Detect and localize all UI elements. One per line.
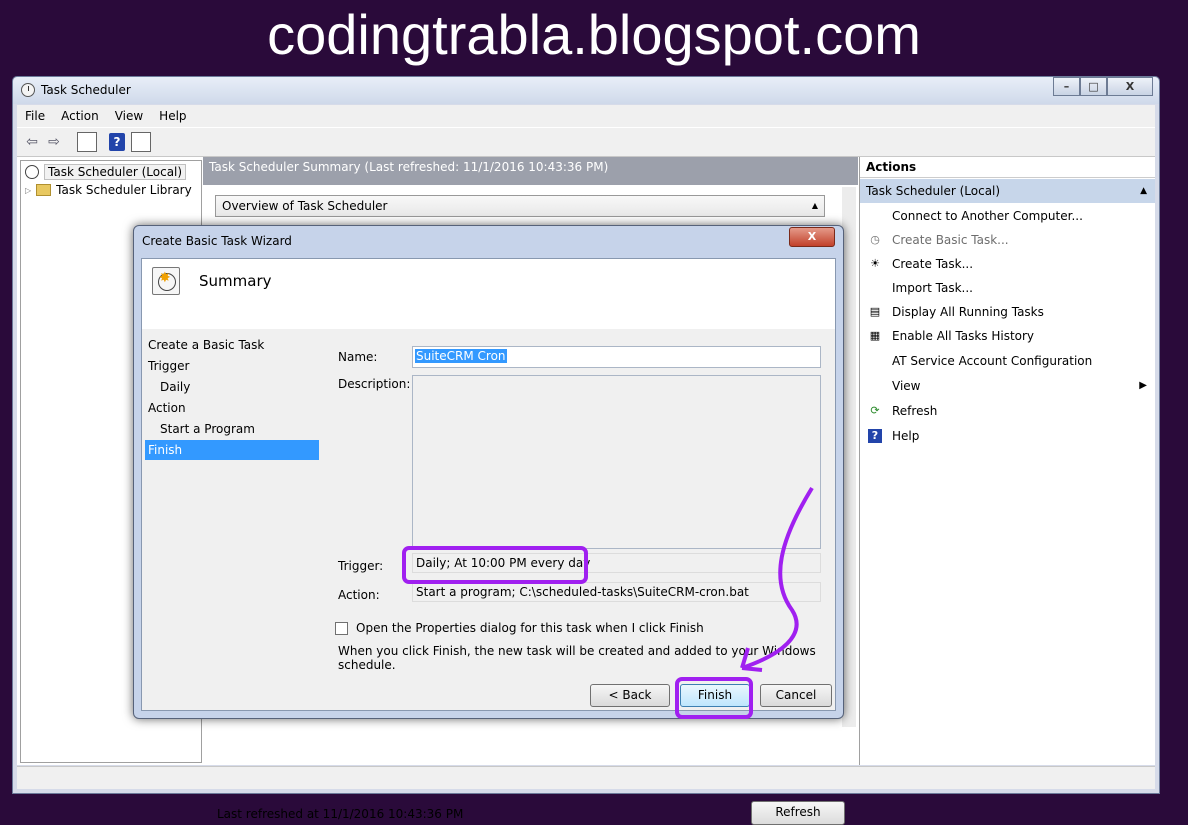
action-enable-tasks-history[interactable]: ▦ Enable All Tasks History: [860, 325, 1155, 347]
open-properties-label: Open the Properties dialog for this task…: [356, 621, 704, 635]
collapse-arrow-icon: ▲: [811, 201, 818, 210]
menu-view[interactable]: View: [107, 109, 151, 123]
minimize-button[interactable]: –: [1053, 77, 1080, 96]
forward-arrow-icon[interactable]: ⇨: [45, 133, 63, 151]
trigger-highlight-annotation: [402, 546, 588, 584]
show-hide-console-tree-icon[interactable]: [77, 132, 97, 152]
dialog-heading: Summary: [199, 272, 272, 290]
step-action[interactable]: Action: [145, 398, 319, 418]
action-label: Help: [892, 429, 920, 443]
action-at-service-config[interactable]: AT Service Account Configuration: [860, 350, 1155, 372]
open-properties-option[interactable]: Open the Properties dialog for this task…: [335, 621, 704, 635]
close-button[interactable]: X: [1107, 77, 1153, 96]
folder-icon: [36, 184, 52, 196]
new-task-icon: ☀: [870, 257, 880, 270]
description-label: Description:: [338, 377, 411, 391]
collapse-arrow-icon: ▲: [1140, 186, 1147, 196]
last-refreshed-text: Last refreshed at 11/1/2016 10:43:36 PM: [217, 807, 464, 821]
dialog-close-button[interactable]: X: [789, 227, 835, 247]
clock-icon: [25, 165, 39, 179]
name-input-value: SuiteCRM Cron: [415, 349, 507, 363]
action-label: Display All Running Tasks: [892, 305, 1044, 319]
menu-file[interactable]: File: [17, 109, 53, 123]
actions-header: Actions: [860, 157, 1155, 178]
actions-section-header[interactable]: Task Scheduler (Local) ▲: [860, 179, 1155, 203]
window-titlebar[interactable]: Task Scheduler – □ X: [13, 77, 1159, 104]
action-create-basic-task[interactable]: ◷ Create Basic Task...: [860, 229, 1155, 251]
submenu-arrow-icon: ▶: [1139, 380, 1147, 391]
action-label: Create Basic Task...: [892, 233, 1009, 247]
toolbar: ⇦ ⇨ ?: [17, 127, 1155, 157]
action-label: View: [892, 379, 921, 393]
status-bar: [17, 766, 1155, 789]
action-label: Import Task...: [892, 281, 973, 295]
list-icon: ▤: [869, 305, 881, 318]
wizard-clock-icon: ✸: [152, 267, 180, 295]
clock-icon: [21, 83, 35, 97]
action-display-running-tasks[interactable]: ▤ Display All Running Tasks: [860, 301, 1155, 323]
step-trigger[interactable]: Trigger: [145, 356, 319, 376]
tree-item-root[interactable]: Task Scheduler (Local): [25, 163, 187, 181]
tree-item-library[interactable]: ▷ Task Scheduler Library: [25, 181, 192, 199]
menu-bar: File Action View Help: [17, 105, 1155, 127]
action-refresh[interactable]: ⟳ Refresh: [860, 400, 1155, 422]
action-label: Create Task...: [892, 257, 974, 271]
clock-icon: ◷: [870, 233, 880, 246]
summary-header: Task Scheduler Summary (Last refreshed: …: [203, 157, 858, 185]
help-icon: ?: [868, 429, 882, 443]
step-start-program[interactable]: Start a Program: [145, 419, 319, 439]
dialog-header: ✸ Summary: [142, 259, 835, 330]
expand-arrow-icon[interactable]: ▷: [25, 186, 31, 195]
action-label: AT Service Account Configuration: [892, 354, 1093, 368]
action-create-task[interactable]: ☀ Create Task...: [860, 253, 1155, 275]
action-label: Connect to Another Computer...: [892, 209, 1083, 223]
actions-pane: Actions Task Scheduler (Local) ▲ Connect…: [859, 157, 1155, 765]
action-label: Enable All Tasks History: [892, 329, 1035, 343]
action-label: Refresh: [892, 404, 938, 418]
show-hide-action-pane-icon[interactable]: [131, 132, 151, 152]
open-properties-checkbox[interactable]: [335, 621, 348, 635]
name-label: Name:: [338, 350, 378, 364]
tree-item-label: Task Scheduler Library: [56, 183, 192, 197]
step-finish[interactable]: Finish: [145, 440, 319, 460]
back-button[interactable]: < Back: [590, 684, 670, 707]
cancel-button[interactable]: Cancel: [760, 684, 832, 707]
help-icon[interactable]: ?: [109, 133, 125, 151]
blog-watermark: codingtrabla.blogspot.com: [267, 3, 921, 66]
summary-scrollbar[interactable]: [842, 187, 856, 727]
maximize-button[interactable]: □: [1080, 77, 1107, 96]
overview-label: Overview of Task Scheduler: [222, 199, 388, 213]
actions-section-label: Task Scheduler (Local): [866, 184, 1001, 198]
action-import-task[interactable]: Import Task...: [860, 277, 1155, 299]
refresh-button[interactable]: Refresh: [751, 801, 845, 825]
back-arrow-icon[interactable]: ⇦: [23, 133, 41, 151]
menu-help[interactable]: Help: [151, 109, 194, 123]
action-connect-computer[interactable]: Connect to Another Computer...: [860, 205, 1155, 227]
dialog-title: Create Basic Task Wizard: [142, 234, 292, 248]
history-icon: ▦: [869, 329, 881, 342]
action-help[interactable]: ? Help: [860, 425, 1155, 447]
refresh-icon: ⟳: [870, 404, 880, 417]
pointer-arrow-annotation: [740, 486, 814, 672]
tree-item-label: Task Scheduler (Local): [44, 164, 187, 180]
caption-buttons: – □ X: [1053, 77, 1153, 97]
step-create-basic-task[interactable]: Create a Basic Task: [145, 335, 319, 355]
finish-highlight-annotation: [675, 677, 753, 719]
name-input[interactable]: SuiteCRM Cron: [412, 346, 821, 368]
step-daily[interactable]: Daily: [145, 377, 319, 397]
window-title: Task Scheduler: [41, 83, 131, 97]
action-label: Action:: [338, 588, 380, 602]
overview-section-toggle[interactable]: Overview of Task Scheduler ▲: [215, 195, 825, 217]
action-view[interactable]: View ▶: [860, 375, 1155, 397]
trigger-label: Trigger:: [338, 559, 384, 573]
menu-action[interactable]: Action: [53, 109, 107, 123]
